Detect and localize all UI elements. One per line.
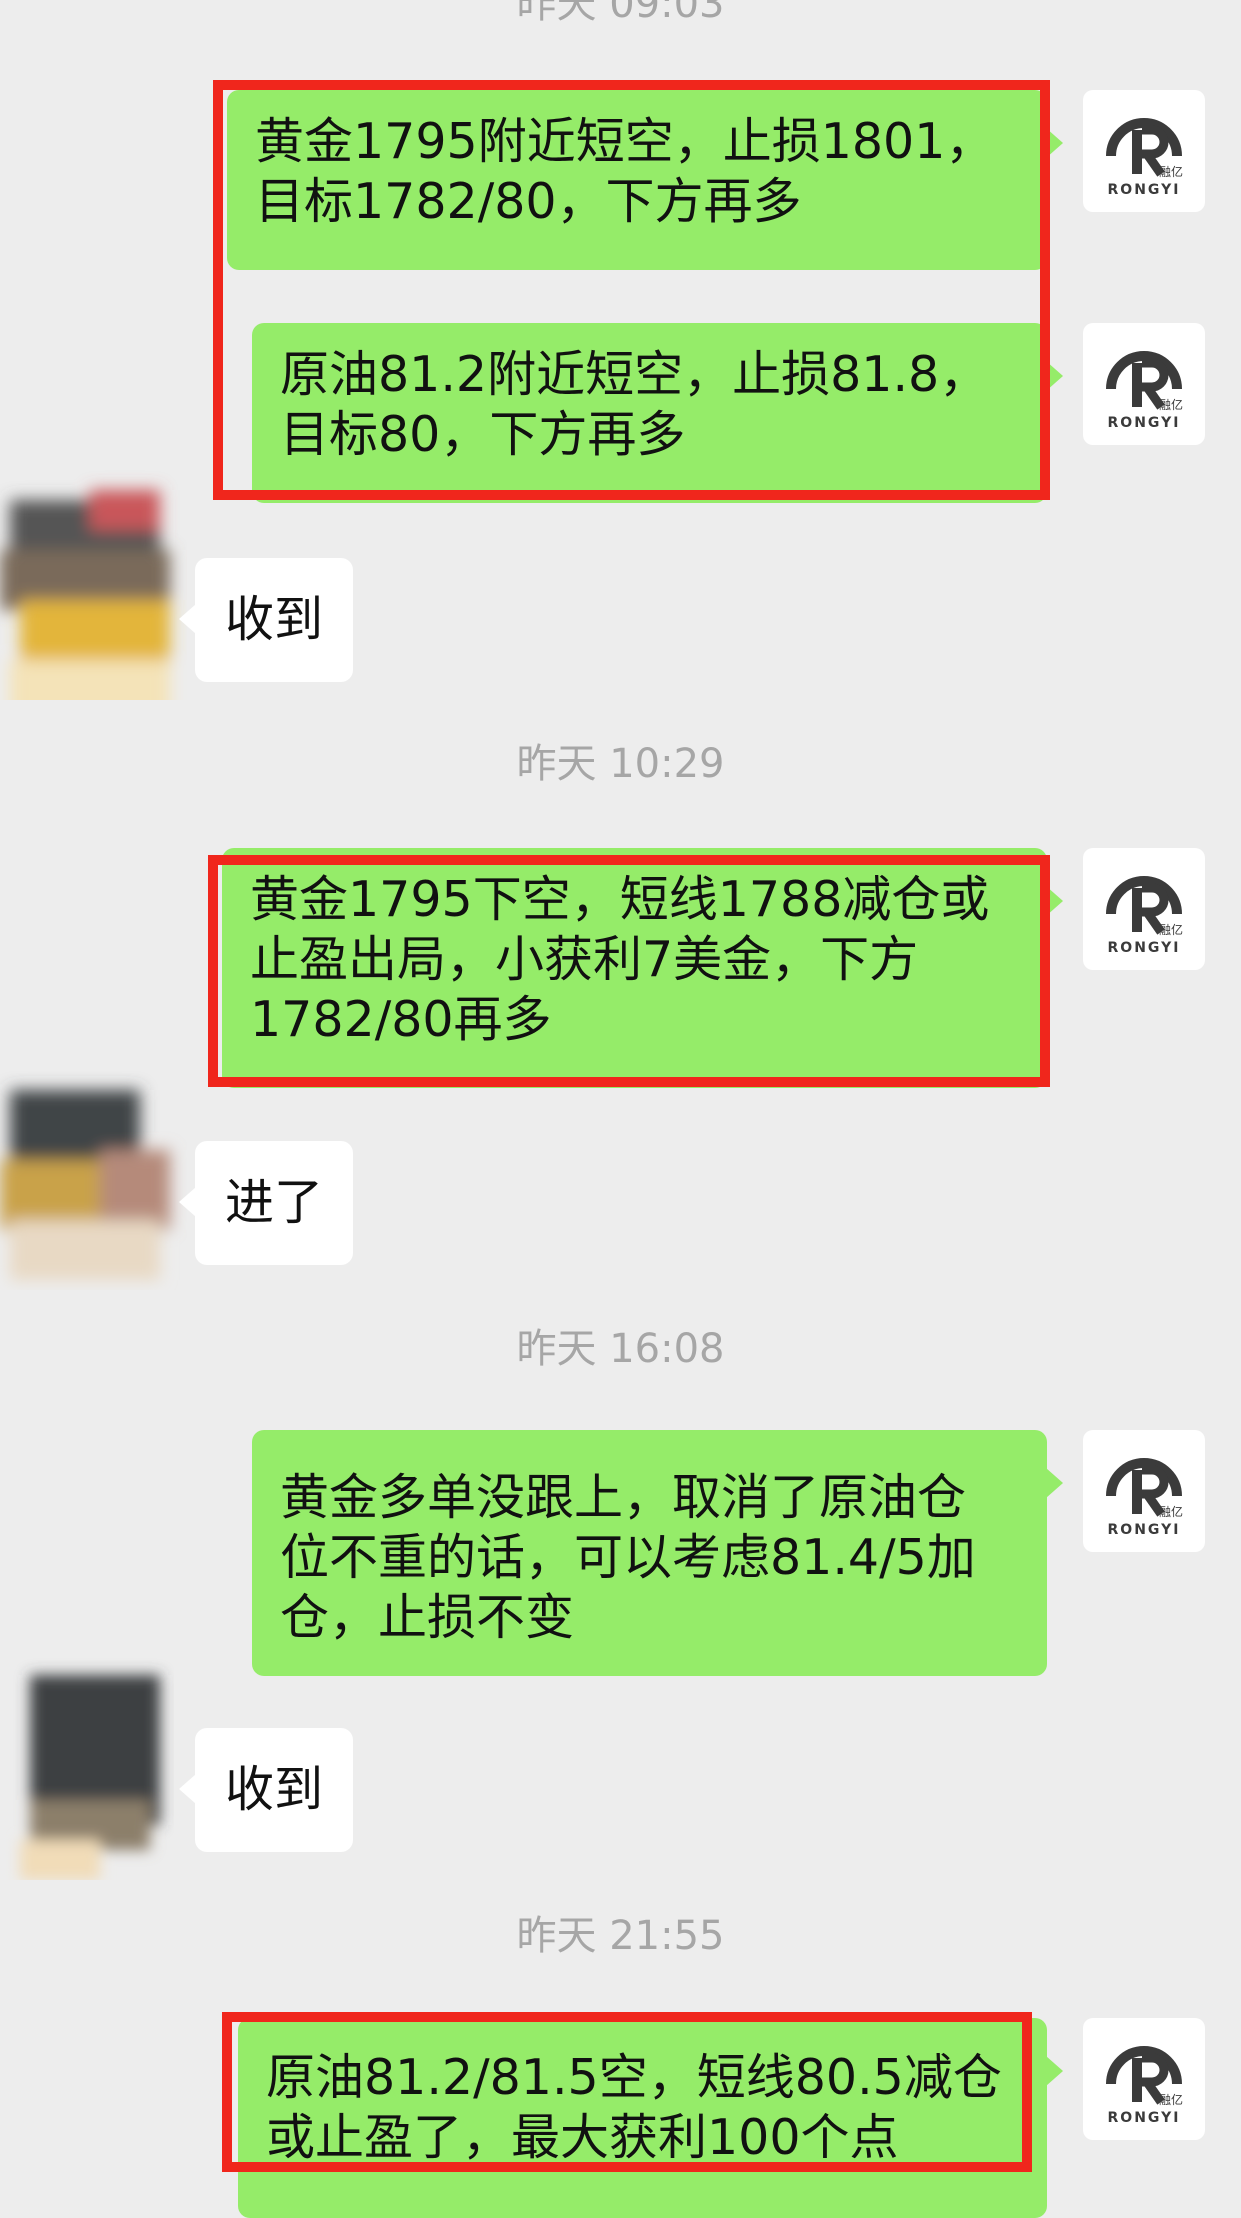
svg-text:融亿: 融亿 [1159, 397, 1183, 412]
timestamp: 昨天 21:55 [516, 1913, 725, 1959]
svg-text:RONGYI: RONGYI [1108, 1522, 1181, 1538]
svg-text:融亿: 融亿 [1159, 1504, 1183, 1519]
rongyi-avatar[interactable]: 融亿 RONGYI [1083, 90, 1205, 212]
rongyi-logo-icon: 融亿 RONGYI [1106, 876, 1183, 956]
avatar-brand-cn: 融亿 [1159, 164, 1183, 179]
rongyi-logo-icon: 融亿 RONGYI [1106, 2046, 1183, 2126]
contact-avatar-blurred[interactable] [0, 1060, 200, 1290]
timestamp: 昨天 16:08 [516, 1326, 725, 1372]
svg-text:RONGYI: RONGYI [1108, 940, 1181, 956]
rongyi-logo-icon: 融亿 RONGYI [1106, 351, 1183, 431]
rongyi-logo-icon: 融亿 RONGYI [1106, 118, 1183, 198]
rongyi-avatar[interactable]: 融亿 RONGYI [1083, 323, 1205, 445]
received-message[interactable]: 收到 [178, 558, 354, 682]
timestamp: 昨天 10:29 [516, 741, 725, 787]
svg-text:RONGYI: RONGYI [1108, 415, 1181, 431]
svg-text:RONGYI: RONGYI [1108, 2110, 1181, 2126]
rongyi-logo-icon: 融亿 RONGYI [1106, 1458, 1183, 1538]
contact-avatar-blurred[interactable] [0, 470, 200, 700]
svg-text:融亿: 融亿 [1159, 922, 1183, 937]
svg-text:融亿: 融亿 [1159, 2092, 1183, 2107]
sent-message[interactable]: 黄金多单没跟上，取消了原油仓 位不重的话，可以考虑81.4/5加 仓，止损不变 [252, 1430, 1063, 1676]
sent-message[interactable]: 原油81.2附近短空，止损81.8， 目标80，下方再多 [252, 323, 1063, 503]
timestamp: 昨天 09:03 [516, 0, 725, 27]
rongyi-avatar[interactable]: 融亿 RONGYI [1083, 1430, 1205, 1552]
contact-avatar-blurred[interactable] [0, 1650, 200, 1880]
sent-message[interactable]: 黄金1795下空，短线1788减仓或 止盈出局，小获利7美金，下方 1782/8… [222, 848, 1063, 1088]
avatar-brand: RONGYI [1108, 182, 1181, 198]
rongyi-avatar[interactable]: 融亿 RONGYI [1083, 2018, 1205, 2140]
sent-message[interactable]: 黄金1795附近短空，止损1801， 目标1782/80，下方再多 [227, 90, 1063, 270]
sent-message[interactable]: 原油81.2/81.5空，短线80.5减仓 或止盈了，最大获利100个点 [238, 2018, 1063, 2218]
received-message[interactable]: 收到 [178, 1728, 354, 1852]
rongyi-avatar[interactable]: 融亿 RONGYI [1083, 848, 1205, 970]
received-message[interactable]: 进了 [178, 1141, 354, 1265]
